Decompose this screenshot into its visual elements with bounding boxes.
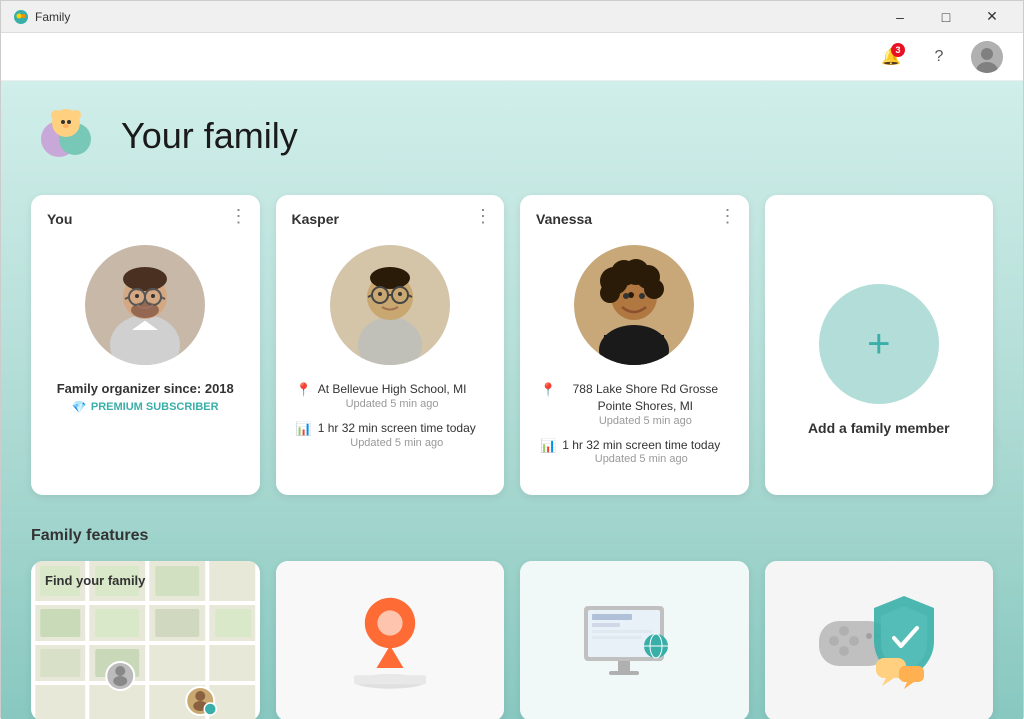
- app-icon: [13, 9, 29, 25]
- screen-icon-kasper: 📊: [296, 421, 312, 437]
- device-illustration: [574, 591, 694, 691]
- card-info-vanessa: 📍 788 Lake Shore Rd Grosse Pointe Shores…: [540, 381, 729, 475]
- vanessa-screen-row: 📊 1 hr 32 min screen time today Updated …: [540, 437, 729, 466]
- app-name: Family: [35, 10, 70, 24]
- location-bg: [276, 561, 505, 719]
- card-menu-vanessa[interactable]: ⋮: [719, 207, 737, 225]
- notification-badge: 3: [891, 43, 905, 57]
- premium-badge: 💎 PREMIUM SUBSCRIBER: [51, 400, 240, 414]
- notification-button[interactable]: 🔔 3: [875, 41, 907, 73]
- feature-card-map[interactable]: Find your family: [31, 561, 260, 719]
- add-circle[interactable]: +: [819, 284, 939, 404]
- avatar-vanessa: [574, 245, 694, 365]
- vanessa-location-updated: Updated 5 min ago: [562, 415, 728, 427]
- feature-label-map: Find your family: [45, 573, 145, 588]
- location-icon-vanessa: 📍: [540, 382, 556, 398]
- vanessa-screentime-updated: Updated 5 min ago: [562, 453, 720, 465]
- title-bar-left: Family: [13, 9, 70, 25]
- location-icon-kasper: 📍: [296, 382, 312, 398]
- diamond-icon: 💎: [72, 400, 87, 414]
- page-header: Your family: [31, 81, 993, 195]
- help-button[interactable]: ?: [923, 41, 955, 73]
- minimize-button[interactable]: –: [877, 1, 923, 33]
- kasper-location-updated: Updated 5 min ago: [318, 398, 467, 410]
- features-grid: Find your family: [31, 561, 993, 719]
- family-card-vanessa[interactable]: Vanessa ⋮: [520, 195, 749, 495]
- card-name-kasper: Kasper: [292, 211, 339, 227]
- page-title: Your family: [121, 115, 298, 157]
- family-grid: You ⋮: [31, 195, 993, 495]
- device-bg: [520, 561, 749, 719]
- kasper-screen-row: 📊 1 hr 32 min screen time today Updated …: [296, 420, 485, 449]
- card-info-you: Family organizer since: 2018 💎 PREMIUM S…: [51, 381, 240, 414]
- features-title: Family features: [31, 527, 993, 545]
- help-icon: ?: [935, 48, 944, 66]
- avatar-you: [85, 245, 205, 365]
- family-card-you: You ⋮: [31, 195, 260, 495]
- avatar-kasper: [330, 245, 450, 365]
- card-menu-kasper[interactable]: ⋮: [474, 207, 492, 225]
- kasper-screentime-updated: Updated 5 min ago: [318, 437, 476, 449]
- window-controls: – □ ✕: [877, 1, 1015, 33]
- shield-bg: [765, 561, 994, 719]
- kasper-location-row: 📍 At Bellevue High School, MI Updated 5 …: [296, 381, 485, 410]
- plus-icon: +: [867, 322, 890, 367]
- premium-text: PREMIUM SUBSCRIBER: [91, 401, 219, 413]
- pin-illustration: [345, 586, 435, 696]
- features-section: Family features Find your family: [31, 527, 993, 719]
- kasper-location: At Bellevue High School, MI: [318, 381, 467, 398]
- family-card-kasper[interactable]: Kasper ⋮: [276, 195, 505, 495]
- main-content: Your family You ⋮: [1, 81, 1023, 719]
- card-info-kasper: 📍 At Bellevue High School, MI Updated 5 …: [296, 381, 485, 459]
- card-name-vanessa: Vanessa: [536, 211, 592, 227]
- kasper-screentime: 1 hr 32 min screen time today: [318, 420, 476, 437]
- family-icon: [31, 101, 101, 171]
- screen-icon-vanessa: 📊: [540, 438, 556, 454]
- title-bar: Family – □ ✕: [1, 1, 1023, 33]
- shield-illustration: [814, 586, 944, 696]
- family-card-add[interactable]: + Add a family member: [765, 195, 994, 495]
- organizer-text: Family organizer since: 2018: [51, 381, 240, 396]
- card-menu-you[interactable]: ⋮: [230, 207, 248, 225]
- close-button[interactable]: ✕: [969, 1, 1015, 33]
- profile-button[interactable]: [971, 41, 1003, 73]
- card-name-you: You: [47, 211, 72, 227]
- feature-card-shield[interactable]: [765, 561, 994, 719]
- maximize-button[interactable]: □: [923, 1, 969, 33]
- vanessa-location: 788 Lake Shore Rd Grosse Pointe Shores, …: [562, 381, 728, 415]
- feature-card-device[interactable]: [520, 561, 749, 719]
- vanessa-location-row: 📍 788 Lake Shore Rd Grosse Pointe Shores…: [540, 381, 729, 427]
- feature-card-pin[interactable]: [276, 561, 505, 719]
- action-bar: 🔔 3 ?: [1, 33, 1023, 81]
- vanessa-screentime: 1 hr 32 min screen time today: [562, 437, 720, 454]
- add-label: Add a family member: [808, 420, 950, 436]
